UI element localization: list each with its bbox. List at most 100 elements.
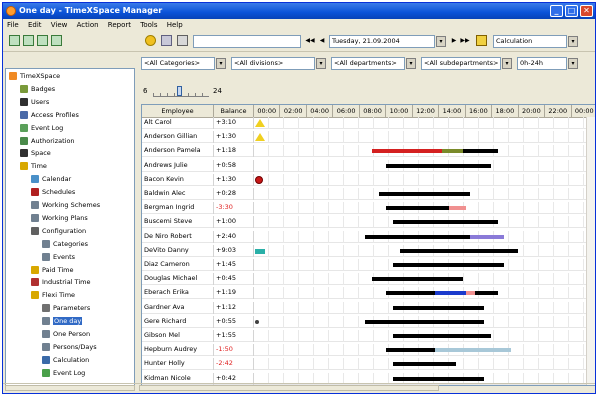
grid-vertical-scrollbar[interactable] [586,117,595,385]
table-row[interactable]: Hunter Holly -2:42 [142,358,595,371]
menu-action[interactable]: Action [77,21,99,29]
tree-item-working-plans[interactable]: Working Plans [31,213,88,224]
date-dropdown-button[interactable]: ▾ [436,36,446,47]
table-row[interactable]: Bergman Ingrid -3:30 [142,202,595,215]
timeline-cell[interactable] [254,358,595,371]
timeline-cell[interactable] [254,230,595,243]
time-segment-bar[interactable] [448,206,466,211]
maximize-button[interactable]: □ [565,5,578,17]
time-segment-bar[interactable] [393,376,484,381]
zoom-slider-thumb[interactable] [177,86,182,96]
tree-item-access-profiles[interactable]: Access Profiles [20,110,79,121]
first-day-button[interactable]: ◀◀ [305,36,315,47]
timeline-cell[interactable] [254,145,595,158]
employee-column-header[interactable]: Employee [142,105,214,117]
table-row[interactable]: Andrews Julie +0:58 [142,159,595,172]
minimize-button[interactable]: _ [550,5,563,17]
timeline-cell[interactable] [254,188,595,200]
table-row[interactable]: Eberach Erika +1:19 [142,287,595,300]
table-row[interactable]: Douglas Michael +0:45 [142,273,595,286]
calendar-icon[interactable] [476,35,487,46]
table-row[interactable]: Anderson Gillian +1:30 [142,131,595,144]
timeline-cell[interactable] [254,117,595,129]
tree-item-paid-time[interactable]: Paid Time [31,265,74,276]
menu-report[interactable]: Report [108,21,131,29]
table-row[interactable]: Alt Carol +3:10 [142,117,595,129]
mode-select[interactable]: Calculation [493,35,567,48]
tree-item-one-day[interactable]: One day [42,316,83,327]
zoom-slider[interactable] [153,86,209,97]
next-day-button[interactable]: ▶ [449,36,459,47]
time-segment-bar[interactable] [365,319,484,324]
timeline-cell[interactable] [254,202,595,215]
tree-item-event-log[interactable]: Event Log [20,123,63,134]
menu-help[interactable]: Help [167,21,183,29]
time-segment-bar[interactable] [372,149,442,154]
timeline-cell[interactable] [254,159,595,172]
timeline-cell[interactable] [254,216,595,229]
timeline-cell[interactable] [254,131,595,144]
table-row[interactable]: Gere Richard +0:55 [142,315,595,328]
tree-refresh-icon[interactable] [51,35,62,46]
tree-expand-icon[interactable] [9,35,20,46]
menu-file[interactable]: File [7,21,19,29]
tree-item-calculation[interactable]: Calculation [42,355,89,366]
timeline-cell[interactable] [254,330,595,342]
prev-day-button[interactable]: ◀ [317,36,327,47]
time-segment-bar[interactable] [475,291,498,296]
categories-dropdown-button[interactable]: ▾ [216,58,226,69]
time-segment-bar[interactable] [379,192,470,196]
settings-icon[interactable] [145,35,156,46]
categories-filter[interactable]: <All Categories> [141,57,215,70]
range-filter[interactable]: 0h-24h [517,57,567,70]
time-segment-bar[interactable] [386,348,435,353]
menu-edit[interactable]: Edit [28,21,42,29]
timeline-cell[interactable] [254,273,595,286]
table-row[interactable]: Bacon Kevin +1:30 [142,173,595,186]
range-dropdown-button[interactable]: ▾ [568,58,578,69]
divisions-filter[interactable]: <All divisions> [231,57,315,70]
timeline-cell[interactable] [254,287,595,300]
calculator-icon[interactable] [177,35,188,46]
timeline-cell[interactable] [254,301,595,314]
departments-dropdown-button[interactable]: ▾ [406,58,416,69]
tree-item-flexi-event-log[interactable]: Event Log [42,368,85,379]
table-row[interactable]: Gibson Mel +1:55 [142,330,595,342]
tree-item-time[interactable]: Time [20,161,47,172]
time-segment-bar[interactable] [386,163,491,168]
last-day-button[interactable]: ▶▶ [460,36,470,47]
date-field[interactable]: Tuesday, 21.09.2004 [329,35,435,48]
time-segment-bar[interactable] [386,206,449,211]
time-segment-bar[interactable] [434,348,512,353]
close-button[interactable]: ✕ [580,5,593,17]
time-segment-bar[interactable] [372,277,463,282]
timeline-cell[interactable] [254,244,595,257]
time-segment-bar[interactable] [393,220,498,225]
time-segment-bar[interactable] [441,149,463,154]
table-row[interactable]: Hepburn Audrey -1:50 [142,344,595,357]
tree-item-badges[interactable]: Badges [20,84,55,95]
tree-item-persons-days[interactable]: Persons/Days [42,342,97,353]
table-row[interactable]: Baldwin Alec +0:28 [142,188,595,200]
tree-item-industrial-time[interactable]: Industrial Time [31,277,90,288]
subdepartments-dropdown-button[interactable]: ▾ [502,58,512,69]
tree-collapse-icon[interactable] [23,35,34,46]
tree-item-schedules[interactable]: Schedules [31,187,75,198]
time-segment-bar[interactable] [393,362,456,367]
timeline-cell[interactable] [254,344,595,357]
table-row[interactable]: Diaz Cameron +1:45 [142,259,595,271]
time-segment-bar[interactable] [365,234,470,239]
time-segment-bar[interactable] [393,305,484,310]
tree-item-working-schemes[interactable]: Working Schemes [31,200,100,211]
table-row[interactable]: De Niro Robert +2:40 [142,230,595,243]
print-icon[interactable] [161,35,172,46]
time-segment-bar[interactable] [462,149,498,154]
tree-item-authorization[interactable]: Authorization [20,136,75,147]
menu-tools[interactable]: Tools [140,21,157,29]
tree-item-categories[interactable]: Categories [42,239,88,250]
timeline-cell[interactable] [254,173,595,186]
tree-item-space[interactable]: Space [20,148,51,159]
tree-item-configuration[interactable]: Configuration [31,226,86,237]
timeline-cell[interactable] [254,259,595,271]
time-segment-bar[interactable] [434,291,466,296]
